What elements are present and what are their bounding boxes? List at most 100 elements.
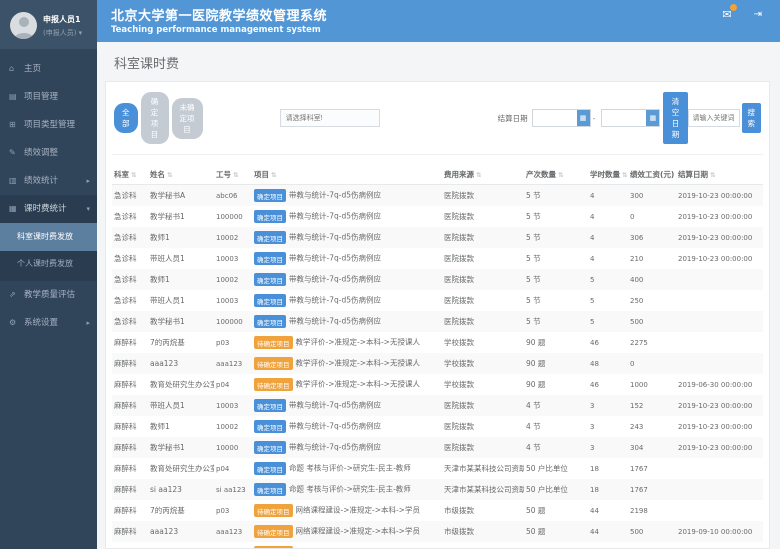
table-row[interactable]: 麻醉科教学秘书110000确定项目带教与统计-7q-d5伤病例应医院拨款4 节3… xyxy=(112,437,763,458)
project-text: 带教与统计-7q-d5伤病例应 xyxy=(289,191,381,200)
cell-quantity: 90 题 xyxy=(524,374,588,395)
cell-project: 待确定项目网络课程建设->准规定->本科->学员 xyxy=(252,500,442,521)
table-row[interactable]: 麻醉科si aa123si aa123确定项目命题 考核与评价->研究生-民主-… xyxy=(112,479,763,500)
sidebar-item[interactable]: ▦课时费统计▾ xyxy=(0,195,97,223)
sort-icon[interactable]: ⇅ xyxy=(167,171,172,179)
project-text: 网络课程建设->准规定->本科->学员 xyxy=(296,548,420,549)
cell-id: 10003 xyxy=(214,248,252,269)
calendar-icon[interactable]: ▦ xyxy=(646,110,659,126)
table-row[interactable]: 麻醉科教育处研究生办公室Ap04确定项目命题 考核与评价->研究生-民主-教师天… xyxy=(112,458,763,479)
page-title: 科室课时费 xyxy=(97,42,780,81)
table-row[interactable]: 麻醉科教育处研究生办公室Ap04待确定项目教学评价->准规定->本科->无授课人… xyxy=(112,374,763,395)
sort-icon[interactable]: ⇅ xyxy=(558,171,563,179)
table-row[interactable]: 麻醉科7的丙烷基p03待确定项目网络课程建设->准规定->本科->学员市级拨款5… xyxy=(112,500,763,521)
column-header[interactable]: 姓名⇅ xyxy=(148,165,214,185)
logout-icon[interactable]: ⇥ xyxy=(754,9,762,20)
date-range-separator: - xyxy=(593,114,596,123)
date-from-field: ▦ xyxy=(532,109,591,127)
cell-project: 待确定项目教学评价->准规定->本科->无授课人 xyxy=(252,374,442,395)
content-card: 全部 确定项目 未确定项目 结算日期 ▦ - ▦ 清空日期 搜索 xyxy=(105,81,770,549)
sort-icon[interactable]: ⇅ xyxy=(476,171,481,179)
date-to-input[interactable] xyxy=(602,110,646,126)
sort-icon[interactable]: ⇅ xyxy=(271,171,276,179)
cell-hours: 18 xyxy=(588,458,628,479)
table-row[interactable]: 麻醉科aaa123aaa123待确定项目网络课程建设->准规定->本科->学员市… xyxy=(112,521,763,542)
cell-project: 待确定项目网络课程建设->准规定->本科->学员 xyxy=(252,542,442,548)
cell-name: 教学秘书1 xyxy=(148,206,214,227)
table-row[interactable]: 急诊科带班人员110003确定项目带教与统计-7q-d5伤病例应医院拨款5 节4… xyxy=(112,248,763,269)
cell-name: 带班人员1 xyxy=(148,290,214,311)
cell-name: 教学秘书A xyxy=(148,185,214,207)
cell-hours: 3 xyxy=(588,416,628,437)
filter-all-button[interactable]: 全部 xyxy=(114,103,138,133)
column-header[interactable]: 项目⇅ xyxy=(252,165,442,185)
table-row[interactable]: 急诊科教师110002确定项目带教与统计-7q-d5伤病例应医院拨款5 节430… xyxy=(112,227,763,248)
notification-icon[interactable]: ✉ xyxy=(722,8,731,21)
cell-quantity: 50 题 xyxy=(524,542,588,548)
filter-unconfirmed-button[interactable]: 未确定项目 xyxy=(172,98,203,139)
table-row[interactable]: 急诊科教学秘书Aabc06确定项目带教与统计-7q-d5伤病例应医院拨款5 节4… xyxy=(112,185,763,207)
sidebar-subitem[interactable]: 个人课时费发放 xyxy=(0,251,97,277)
table-row[interactable]: 急诊科带班人员110003确定项目带教与统计-7q-d5伤病例应医院拨款5 节5… xyxy=(112,290,763,311)
column-header[interactable]: 工号⇅ xyxy=(214,165,252,185)
clear-date-button[interactable]: 清空日期 xyxy=(663,92,687,144)
sidebar-item[interactable]: ⊞项目类型管理 xyxy=(0,111,97,139)
date-from-input[interactable] xyxy=(533,110,577,126)
cell-date: 2019-10-23 00:00:00 xyxy=(676,185,763,207)
sidebar-item[interactable]: ⌂主页 xyxy=(0,55,97,83)
cell-project: 确定项目带教与统计-7q-d5伤病例应 xyxy=(252,248,442,269)
column-header[interactable]: 科室⇅ xyxy=(112,165,148,185)
project-text: 带教与统计-7q-d5伤病例应 xyxy=(289,422,381,431)
table-row[interactable]: 麻醉科aaa123aaa123待确定项目教学评价->准规定->本科->无授课人学… xyxy=(112,353,763,374)
column-header[interactable]: 绩效工资(元)⇅ xyxy=(628,165,676,185)
keyword-input[interactable] xyxy=(688,109,740,127)
sidebar-item-label: 项目管理 xyxy=(24,92,58,102)
calendar-icon[interactable]: ▦ xyxy=(577,110,590,126)
sort-icon[interactable]: ⇅ xyxy=(622,171,627,179)
table-row[interactable]: 急诊科教师110002确定项目带教与统计-7q-d5伤病例应医院拨款5 节540… xyxy=(112,269,763,290)
column-header[interactable]: 结算日期⇅ xyxy=(676,165,763,185)
cell-source: 医院拨款 xyxy=(442,437,524,458)
column-header[interactable]: 学时数量⇅ xyxy=(588,165,628,185)
table-row[interactable]: 麻醉科教师110002确定项目带教与统计-7q-d5伤病例应医院拨款4 节324… xyxy=(112,416,763,437)
cell-id: 100000 xyxy=(214,311,252,332)
cell-salary: 306 xyxy=(628,227,676,248)
sort-icon[interactable]: ⇅ xyxy=(131,171,136,179)
table-row[interactable]: 麻醉科带班人员110003确定项目带教与统计-7q-d5伤病例应医院拨款4 节3… xyxy=(112,395,763,416)
cell-salary: 500 xyxy=(628,311,676,332)
project-text: 带教与统计-7q-d5伤病例应 xyxy=(289,254,381,263)
cell-hours: 3 xyxy=(588,437,628,458)
sidebar-item[interactable]: ▤项目管理 xyxy=(0,83,97,111)
search-button[interactable]: 搜索 xyxy=(742,103,762,133)
status-badge: 确定项目 xyxy=(254,483,286,496)
cell-source: 医院拨款 xyxy=(442,185,524,207)
department-input[interactable] xyxy=(280,109,380,127)
user-role-dropdown[interactable]: (申报人员) ▾ xyxy=(43,28,82,38)
sidebar-item[interactable]: ⇗教学质量评估 xyxy=(0,281,97,309)
sidebar-subitem[interactable]: 科室课时费发放 xyxy=(0,223,97,251)
project-text: 命题 考核与评价->研究生-民主-教师 xyxy=(289,485,411,494)
cell-date: 2019-09-10 00:00:00 xyxy=(676,521,763,542)
cell-source: 市级拨款 xyxy=(442,500,524,521)
cell-source: 市级拨款 xyxy=(442,542,524,548)
sidebar-item[interactable]: ▥绩效统计▸ xyxy=(0,167,97,195)
sort-icon[interactable]: ⇅ xyxy=(233,171,238,179)
cell-name: 带班人员1 xyxy=(148,395,214,416)
table-row[interactable]: 急诊科教学秘书1100000确定项目带教与统计-7q-d5伤病例应医院拨款5 节… xyxy=(112,206,763,227)
column-header[interactable]: 产次数量⇅ xyxy=(524,165,588,185)
sidebar-item[interactable]: ⚙系统设置▸ xyxy=(0,309,97,337)
sort-icon[interactable]: ⇅ xyxy=(710,171,715,179)
cell-project: 确定项目带教与统计-7q-d5伤病例应 xyxy=(252,185,442,207)
column-header[interactable]: 费用来源⇅ xyxy=(442,165,524,185)
project-text: 网络课程建设->准规定->本科->学员 xyxy=(296,527,420,536)
filter-confirmed-button[interactable]: 确定项目 xyxy=(141,92,169,144)
chevron-right-icon: ▸ xyxy=(86,309,90,337)
project-text: 带教与统计-7q-d5伤病例应 xyxy=(289,212,381,221)
table-row[interactable]: 麻醉科7的丙烷基p03待确定项目教学评价->准规定->本科->无授课人学校拨款9… xyxy=(112,332,763,353)
sidebar-item[interactable]: ✎绩效调整 xyxy=(0,139,97,167)
table-row[interactable]: 麻醉科教育处研究生办公室Ap04待确定项目网络课程建设->准规定->本科->学员… xyxy=(112,542,763,548)
app-root: 申报人员1 (申报人员) ▾ ⌂主页▤项目管理⊞项目类型管理✎绩效调整▥绩效统计… xyxy=(0,0,780,549)
cell-project: 待确定项目教学评价->准规定->本科->无授课人 xyxy=(252,332,442,353)
table-row[interactable]: 急诊科教学秘书1100000确定项目带教与统计-7q-d5伤病例应医院拨款5 节… xyxy=(112,311,763,332)
cell-hours: 46 xyxy=(588,332,628,353)
